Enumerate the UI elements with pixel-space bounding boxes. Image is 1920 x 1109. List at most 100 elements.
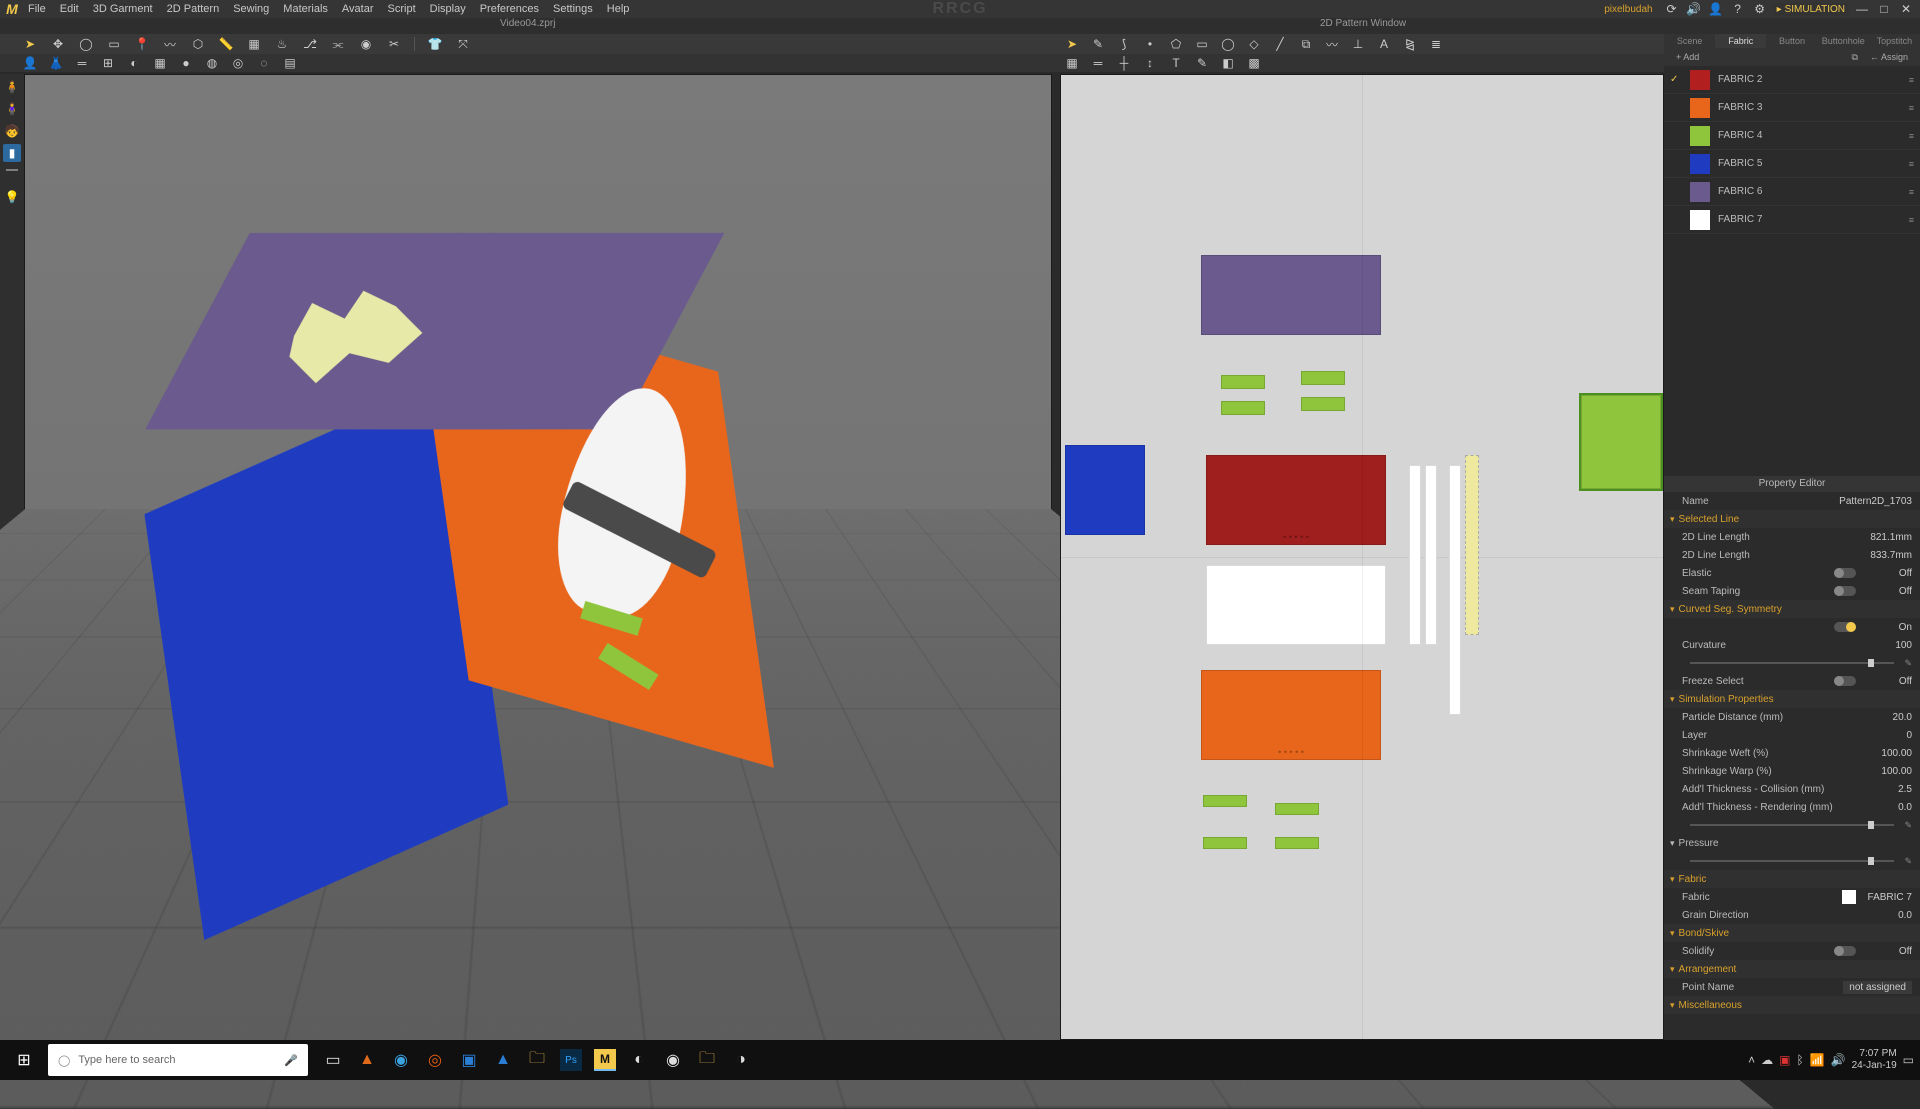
trim-tool-icon[interactable]: ✂	[386, 36, 402, 52]
pattern-white[interactable]	[1206, 565, 1386, 645]
fabric-swatch[interactable]	[1690, 98, 1710, 118]
avatar-female-icon[interactable]: 🧍‍♀️	[3, 100, 21, 118]
sec-arrangement[interactable]: Arrangement	[1664, 960, 1920, 978]
pattern-green-1[interactable]	[1221, 375, 1265, 389]
2d-show-pattern-icon[interactable]: ▦	[1064, 55, 1080, 71]
pe-solidify-toggle[interactable]	[1834, 946, 1856, 956]
menu-settings[interactable]: Settings	[546, 0, 600, 18]
2d-grading-icon[interactable]: ≣	[1428, 36, 1444, 52]
assign-fabric-button[interactable]: ← Assign	[1864, 51, 1914, 63]
menu-sewing[interactable]: Sewing	[226, 0, 276, 18]
tab-button[interactable]: Button	[1766, 34, 1817, 48]
fabric-row-5[interactable]: FABRIC 7≡	[1664, 206, 1920, 234]
pattern-strip-2[interactable]	[1425, 465, 1437, 645]
user-icon[interactable]: 👤	[1707, 0, 1725, 18]
pe-particle-value[interactable]: 20.0	[1862, 712, 1912, 723]
copy-fabric-button[interactable]: ⧉	[1846, 51, 1864, 64]
sync-icon[interactable]: ⟳	[1663, 0, 1681, 18]
tab-buttonhole[interactable]: Buttonhole	[1818, 34, 1869, 48]
3d-box-garment[interactable]	[61, 204, 789, 966]
tray-up-icon[interactable]: ˄	[1748, 1053, 1755, 1067]
taskbar-search[interactable]: ◯ Type here to search 🎤	[48, 1044, 308, 1076]
tray-wifi-icon[interactable]: 📶	[1810, 1053, 1825, 1067]
pattern-green-4[interactable]	[1301, 397, 1345, 411]
chrome-icon[interactable]: ◉	[656, 1040, 690, 1080]
app-2-icon[interactable]: ◉	[384, 1040, 418, 1080]
2d-rectangle-icon[interactable]: ▭	[1194, 36, 1210, 52]
folder-icon[interactable]: 🗀	[690, 1040, 724, 1080]
viewport-3d[interactable]	[24, 74, 1052, 1040]
2d-window-tab[interactable]: 2D Pattern Window	[1320, 18, 1406, 29]
avatar-child-icon[interactable]: 🧒	[3, 122, 21, 140]
pe-fabric-value[interactable]: FABRIC 7	[1862, 892, 1912, 903]
button-tool-icon[interactable]: ◉	[358, 36, 374, 52]
pattern-green-large[interactable]	[1581, 395, 1661, 489]
fabric-row-3[interactable]: FABRIC 5≡	[1664, 150, 1920, 178]
fabric-menu-icon[interactable]: ≡	[1909, 159, 1914, 169]
mic-icon[interactable]: 🎤	[284, 1054, 298, 1067]
fabric-swatch[interactable]	[1690, 210, 1710, 230]
pe-addlren-value[interactable]: 0.0	[1862, 802, 1912, 813]
fabric-swatch[interactable]	[1690, 182, 1710, 202]
thick-render-icon[interactable]: ◐	[126, 55, 142, 71]
pe-elastic-toggle[interactable]	[1834, 568, 1856, 578]
stress-map-icon[interactable]: ◍	[204, 55, 220, 71]
pattern-green-6[interactable]	[1275, 803, 1319, 815]
show-avatar-icon[interactable]: 👤	[22, 55, 38, 71]
2d-annotation-icon[interactable]: A	[1376, 36, 1392, 52]
pe-thickness-slider[interactable]	[1690, 824, 1894, 826]
app-5-icon[interactable]: ▲	[486, 1040, 520, 1080]
avatar-prop-icon[interactable]: ▮	[3, 144, 21, 162]
fold-tool-icon[interactable]: ⎇	[302, 36, 318, 52]
pe-name-value[interactable]: Pattern2D_1703	[1839, 496, 1912, 507]
2d-show-fabric-icon[interactable]: ◧	[1220, 55, 1236, 71]
tab-topstitch[interactable]: Topstitch	[1869, 34, 1920, 48]
app-3-icon[interactable]: ◎	[418, 1040, 452, 1080]
help-icon[interactable]: ?	[1729, 0, 1747, 18]
2d-polygon-icon[interactable]: ⬠	[1168, 36, 1184, 52]
pe-pointname-value[interactable]: not assigned	[1843, 981, 1912, 994]
tray-clock[interactable]: 7:07 PM 24-Jan-19	[1852, 1048, 1897, 1072]
2d-circle-icon[interactable]: ◯	[1220, 36, 1236, 52]
menu-preferences[interactable]: Preferences	[473, 0, 546, 18]
menu-edit[interactable]: Edit	[53, 0, 86, 18]
pattern-green-8[interactable]	[1275, 837, 1319, 849]
project-tab[interactable]: Video04.zprj	[500, 18, 555, 29]
user-name-label[interactable]: pixelbudah	[1604, 4, 1658, 15]
2d-add-point-icon[interactable]: •	[1142, 36, 1158, 52]
sec-bond[interactable]: Bond/Skive	[1664, 924, 1920, 942]
simulation-button[interactable]: SIMULATION	[1773, 3, 1849, 16]
fabric-row-2[interactable]: FABRIC 4≡	[1664, 122, 1920, 150]
menu-3d-garment[interactable]: 3D Garment	[86, 0, 160, 18]
pattern-green-3[interactable]	[1301, 371, 1345, 385]
pattern-green-5[interactable]	[1203, 795, 1247, 807]
pe-addlcol-value[interactable]: 2.5	[1862, 784, 1912, 795]
tray-bt-icon[interactable]: ᛒ	[1797, 1053, 1804, 1067]
pattern-green-7[interactable]	[1203, 837, 1247, 849]
app-7-icon[interactable]: ◑	[724, 1040, 758, 1080]
pencil-icon[interactable]: ✎	[1904, 856, 1912, 867]
gizmo-tool-icon[interactable]: ⤧	[455, 36, 471, 52]
tray-shield-icon[interactable]: ▣	[1779, 1053, 1790, 1067]
2d-edit-curve-icon[interactable]: ⟆	[1116, 36, 1132, 52]
menu-script[interactable]: Script	[381, 0, 423, 18]
pe-curvesym-toggle[interactable]	[1834, 622, 1856, 632]
pattern-orange[interactable]	[1201, 670, 1381, 760]
menu-2d-pattern[interactable]: 2D Pattern	[160, 0, 227, 18]
2d-notch-icon[interactable]: ⊥	[1350, 36, 1366, 52]
fabric-menu-icon[interactable]: ≡	[1909, 187, 1914, 197]
2d-select-icon[interactable]: ➤	[1064, 36, 1080, 52]
maximize-icon[interactable]: □	[1875, 0, 1893, 18]
pattern-blue[interactable]	[1065, 445, 1145, 535]
menu-materials[interactable]: Materials	[276, 0, 335, 18]
strain-map-icon[interactable]: ◎	[230, 55, 246, 71]
pattern-red[interactable]	[1206, 455, 1386, 545]
2d-show-seam-icon[interactable]: ═	[1090, 55, 1106, 71]
close-icon[interactable]: ✕	[1897, 0, 1915, 18]
2d-edit-pattern-icon[interactable]: ✎	[1090, 36, 1106, 52]
2d-show-grain-icon[interactable]: ↕	[1142, 55, 1158, 71]
2d-show-baseline-icon[interactable]: ┼	[1116, 55, 1132, 71]
sec-curve-symmetry[interactable]: Curved Seg. Symmetry	[1664, 600, 1920, 618]
move-tool-icon[interactable]: ✥	[50, 36, 66, 52]
texture-tool-icon[interactable]: ▦	[246, 36, 262, 52]
